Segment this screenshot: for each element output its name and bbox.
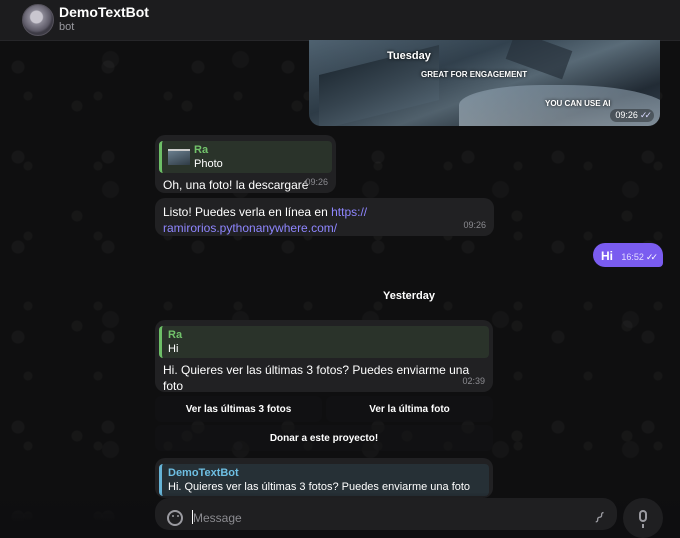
photo-thumbnail-icon (168, 149, 190, 165)
time-text: 16:52 (621, 252, 644, 262)
message-text: Oh, una foto! la descargaré (163, 178, 309, 192)
chat-title[interactable]: DemoTextBot (59, 4, 149, 20)
time-text: 09:26 (615, 110, 638, 120)
read-ticks-icon: ✓✓ (645, 252, 658, 262)
date-separator: Yesterday (383, 290, 435, 302)
reply-author: DemoTextBot (168, 467, 239, 479)
voice-record-button[interactable] (623, 498, 663, 538)
keyboard-button-last-photo[interactable]: Ver la última foto (326, 396, 493, 422)
message-text: Hi (601, 249, 613, 263)
reply-quote[interactable]: Ra Hi (159, 326, 489, 358)
outgoing-message[interactable]: Hi 16:52 ✓✓ (593, 243, 663, 267)
avatar[interactable] (22, 4, 54, 36)
read-ticks-icon: ✓✓ (639, 110, 652, 120)
reply-text: Hi (168, 343, 179, 355)
paperclip-icon[interactable]: ⌇ (590, 508, 609, 528)
image-caption-engagement: GREAT FOR ENGAGEMENT (421, 70, 528, 79)
message-text: Listo! Puedes verla en línea en https://… (163, 204, 486, 236)
chat-subtitle: bot (59, 21, 75, 33)
incoming-message[interactable]: Ra Photo Oh, una foto! la descargaré 09:… (155, 135, 336, 193)
reply-quote[interactable]: Ra Photo (159, 141, 332, 173)
image-caption-ai: YOU CAN USE AI (545, 99, 611, 108)
message-time: 09:26 (463, 220, 486, 230)
emoji-icon[interactable] (167, 510, 183, 526)
message-time: 02:39 (462, 376, 485, 386)
link-url-part2[interactable]: ramirorios.pythonanywhere.com/ (163, 221, 337, 235)
image-message[interactable]: Tuesday GREAT FOR ENGAGEMENT YOU CAN USE… (309, 40, 660, 126)
message-body: Listo! Puedes verla en línea en (163, 205, 332, 219)
incoming-message[interactable]: Listo! Puedes verla en línea en https://… (155, 198, 494, 236)
message-time: 16:52 ✓✓ (621, 252, 658, 263)
chat-header[interactable]: DemoTextBot bot (0, 0, 680, 41)
message-text: Hi. Quieres ver las últimas 3 fotos? Pue… (163, 363, 470, 393)
incoming-message[interactable]: Ra Hi Hi. Quieres ver las últimas 3 foto… (155, 320, 493, 393)
microphone-icon (639, 510, 647, 528)
reply-text: Photo (194, 158, 223, 170)
reply-author: Ra (168, 329, 183, 341)
keyboard-button-donate[interactable]: Donar a este proyecto! (155, 425, 493, 451)
image-caption-day: Tuesday (387, 50, 431, 62)
message-composer[interactable]: Message ⌇ (155, 498, 617, 530)
message-input[interactable]: Message (192, 510, 242, 525)
message-time: 09:26 ✓✓ (610, 109, 654, 122)
link-url-part1[interactable]: https:// (331, 205, 367, 219)
keyboard-button-last-three-photos[interactable]: Ver las últimas 3 fotos (155, 396, 322, 422)
message-time: 09:26 (305, 177, 328, 187)
reply-author: Ra (194, 144, 209, 156)
